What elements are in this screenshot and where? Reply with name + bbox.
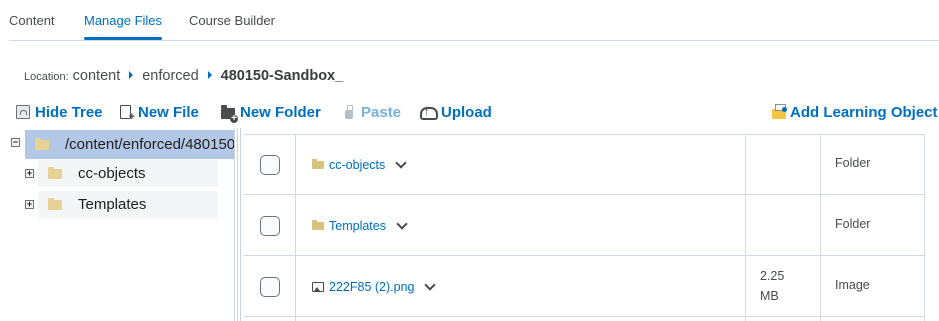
row-checkbox[interactable] (260, 155, 280, 175)
folder-icon (35, 137, 49, 150)
image-icon (312, 282, 324, 292)
toolbar: Hide Tree New File New Folder Paste Uplo… (0, 101, 939, 123)
table-row: cc-objects Folder (244, 134, 925, 195)
tab-content[interactable]: Content (9, 13, 55, 28)
upload-label: Upload (441, 103, 492, 121)
name-cell: 222F85 (2).png (312, 277, 437, 297)
type-cell: Folder (835, 156, 871, 170)
row-checkbox[interactable] (260, 216, 280, 236)
new-file-button[interactable]: New File (120, 101, 199, 123)
add-learning-object-button[interactable]: Add Learning Object (772, 101, 938, 123)
type-cell: Folder (835, 217, 871, 231)
upload-button[interactable]: Upload (420, 101, 492, 123)
collapse-icon[interactable]: − (11, 138, 20, 147)
folder-tree: − /content/enforced/480150 + cc-objects … (0, 128, 238, 321)
tree-node-cc-objects[interactable]: cc-objects (38, 160, 218, 187)
expand-icon[interactable]: + (25, 200, 34, 209)
chevron-down-icon[interactable] (424, 279, 437, 291)
location-label: Location: (24, 71, 69, 83)
new-file-icon (120, 105, 135, 123)
paste-icon (345, 105, 353, 119)
tree-node-label: cc-objects (78, 165, 146, 182)
row-checkbox[interactable] (260, 277, 280, 297)
add-learning-object-label: Add Learning Object (790, 103, 938, 121)
new-file-label: New File (138, 103, 199, 121)
new-folder-label: New Folder (240, 103, 321, 121)
tab-manage-files[interactable]: Manage Files (84, 13, 163, 40)
breadcrumb-item-current: 480150-Sandbox_ (220, 68, 344, 84)
tree-node-templates[interactable]: Templates (38, 191, 218, 218)
name-cell: Templates (312, 216, 408, 236)
hide-tree-button[interactable]: Hide Tree (16, 101, 103, 123)
expand-icon[interactable]: + (25, 169, 34, 178)
breadcrumb-separator-icon (129, 71, 134, 79)
breadcrumb-item-content[interactable]: content (73, 68, 121, 84)
tab-content-label: Content (9, 13, 55, 28)
tab-course-builder-label: Course Builder (189, 13, 275, 28)
tree-root-label: /content/enforced/480150 (65, 136, 236, 153)
tree-icon (16, 105, 30, 119)
tab-manage-files-label: Manage Files (84, 13, 163, 28)
tab-course-builder[interactable]: Course Builder (189, 13, 275, 28)
size-cell: 2.25 MB (760, 269, 785, 303)
new-folder-icon (221, 104, 238, 123)
folder-icon (312, 220, 324, 230)
folder-icon (48, 166, 62, 179)
upload-icon (420, 105, 438, 120)
tab-bar: Content Manage Files Course Builder (0, 0, 939, 41)
new-folder-button[interactable]: New Folder (221, 101, 321, 123)
tree-resize-handle[interactable] (234, 128, 241, 321)
folder-icon (312, 159, 324, 169)
tree-node-label: Templates (78, 196, 147, 213)
learning-object-icon (772, 103, 787, 119)
file-list: cc-objects Folder Templates Folder 222F8… (244, 134, 939, 321)
file-name-link[interactable]: 222F85 (2).png (329, 280, 414, 294)
file-name-link[interactable]: cc-objects (329, 158, 385, 172)
tree-root-node[interactable]: /content/enforced/480150 (25, 130, 238, 159)
paste-button[interactable]: Paste (345, 101, 401, 123)
table-row: Templates Folder (244, 195, 925, 256)
file-name-link[interactable]: Templates (329, 219, 386, 233)
breadcrumb-item-enforced[interactable]: enforced (142, 68, 198, 84)
name-cell: cc-objects (312, 155, 407, 175)
folder-icon (48, 197, 62, 210)
type-cell: Image (835, 278, 870, 292)
chevron-down-icon[interactable] (395, 157, 407, 169)
tab-divider (9, 40, 939, 41)
chevron-down-icon[interactable] (396, 218, 408, 230)
hide-tree-label: Hide Tree (35, 103, 103, 121)
breadcrumb: Location: content enforced 480150-Sandbo… (24, 68, 343, 88)
paste-label: Paste (361, 103, 402, 121)
table-row: 222F85 (2).png 2.25 MB Image (244, 256, 925, 317)
breadcrumb-separator-icon (207, 71, 212, 79)
